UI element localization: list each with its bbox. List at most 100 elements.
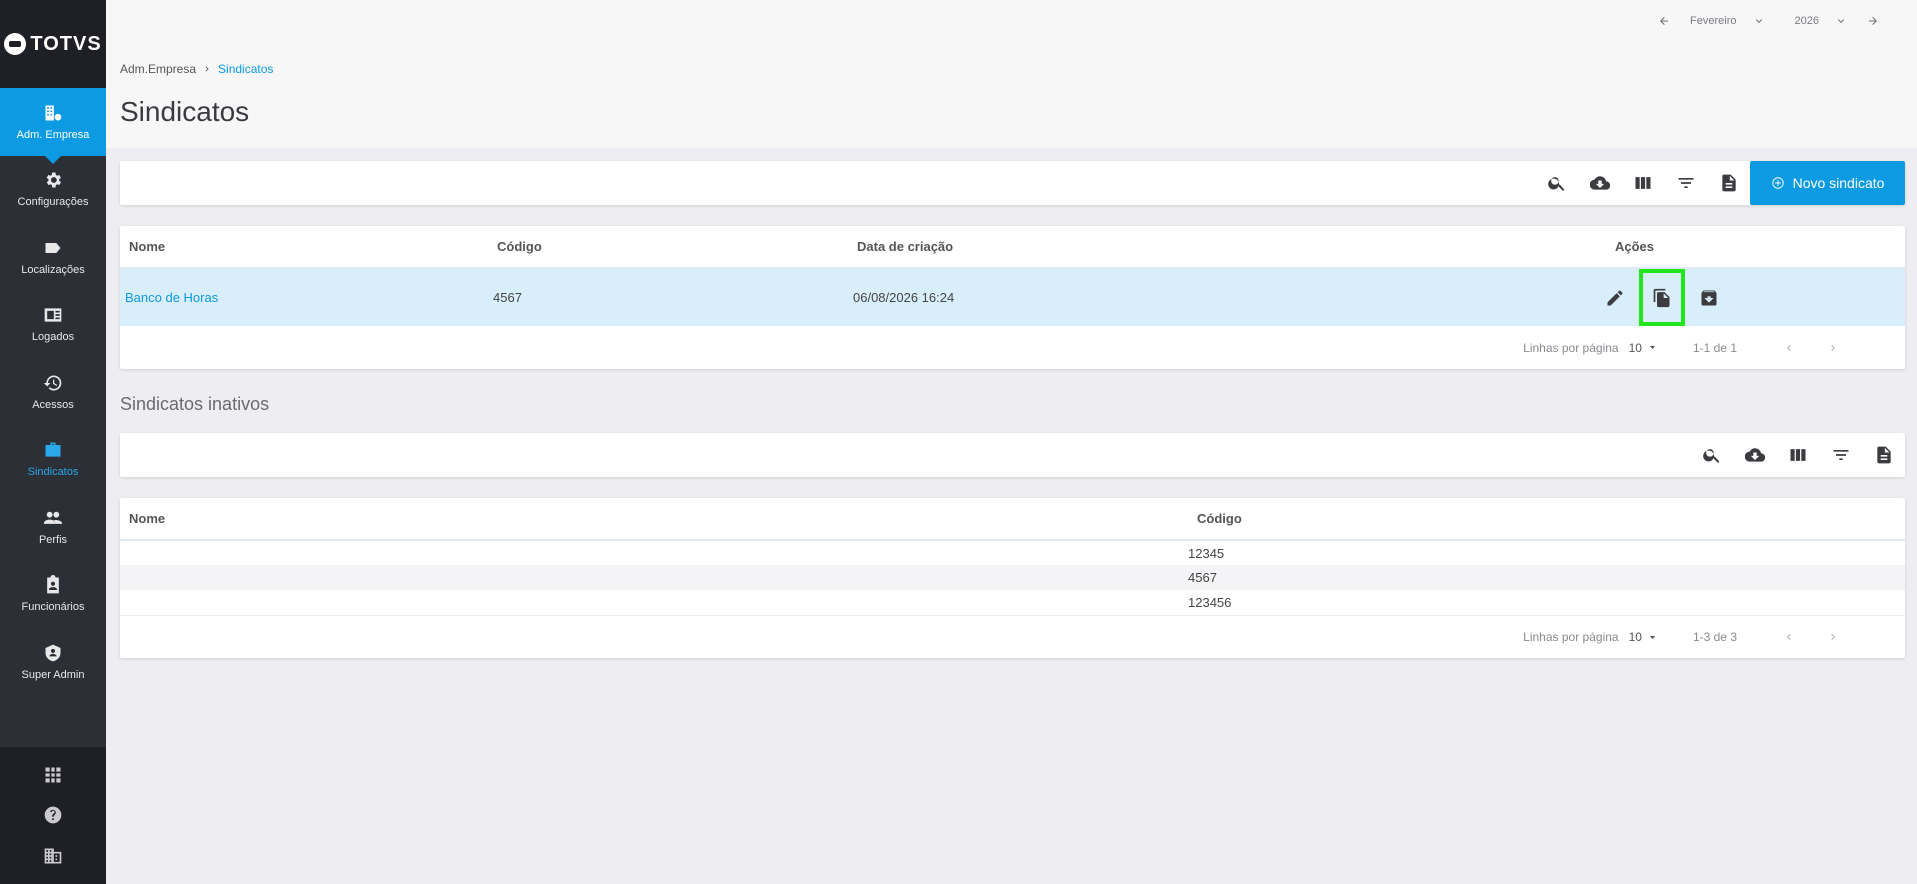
union-created: 06/08/2026 16:24 [848, 268, 1606, 326]
union-name-link[interactable]: Banco de Horas [125, 290, 218, 305]
sidebar-bottom [0, 747, 106, 884]
briefcase-icon [45, 442, 61, 457]
pagination-range: 1-1 de 1 [1692, 340, 1737, 355]
sidebar-item-label: Logados [31, 331, 75, 344]
shield-user-icon [45, 644, 61, 662]
new-union-label: Novo sindicato [1792, 175, 1885, 191]
breadcrumb: Adm.Empresa Sindicatos [120, 62, 273, 76]
chevron-down-icon [1838, 19, 1844, 23]
breadcrumb-parent[interactable]: Adm.Empresa [120, 62, 196, 76]
history-icon [43, 375, 62, 391]
archive-button[interactable] [1689, 278, 1729, 318]
copy-icon [1653, 288, 1670, 307]
previous-page-button[interactable] [1767, 342, 1811, 354]
caret-down-icon [1649, 635, 1656, 639]
sidebar-nav: Adm. Empresa Configurações Localizações … [0, 88, 106, 747]
next-page-button[interactable] [1811, 342, 1855, 354]
month-select[interactable]: Fevereiro [1690, 15, 1764, 27]
filter-icon [1833, 450, 1848, 460]
cloud-download-icon [1744, 448, 1765, 462]
chevron-right-icon [1831, 634, 1835, 640]
edit-button[interactable] [1595, 278, 1635, 318]
column-header-name[interactable]: Nome [120, 498, 1188, 541]
id-badge-icon [44, 308, 62, 322]
copy-button[interactable] [1639, 269, 1685, 326]
table-row[interactable]: 12345 [120, 540, 1905, 565]
main-content: Fevereiro 2026 Adm.Empresa Sindicatos Si… [106, 0, 1917, 884]
filter-button[interactable] [1664, 161, 1707, 205]
page-header: Fevereiro 2026 Adm.Empresa Sindicatos Si… [106, 0, 1917, 148]
inactive-unions-table: Nome Código 12345 4567 123456 Linhas por… [120, 498, 1905, 658]
rows-per-page-value: 10 [1628, 340, 1642, 355]
sidebar-item-logados[interactable]: Logados [0, 291, 106, 359]
union-name [120, 540, 1188, 565]
table-row[interactable]: 4567 [120, 565, 1905, 590]
columns-button[interactable] [1776, 433, 1819, 477]
totvs-logo-icon [4, 33, 27, 55]
rows-per-page-label: Linhas por página [1523, 630, 1619, 644]
new-union-button[interactable]: Novo sindicato [1750, 161, 1905, 205]
filter-button[interactable] [1819, 433, 1862, 477]
table-row[interactable]: 123456 [120, 590, 1905, 615]
rows-per-page-select[interactable]: 10 [1629, 630, 1657, 644]
table-row[interactable]: Banco de Horas 4567 06/08/2026 16:24 [120, 268, 1905, 326]
rows-per-page-label: Linhas por página [1523, 340, 1619, 355]
clipboard-person-icon [47, 575, 59, 594]
sidebar-item-label: Sindicatos [27, 466, 79, 479]
breadcrumb-current[interactable]: Sindicatos [218, 62, 273, 76]
sidebar-item-localizacoes[interactable]: Localizações [0, 223, 106, 291]
search-button[interactable] [1690, 433, 1733, 477]
sidebar-item-sindicatos[interactable]: Sindicatos [0, 426, 106, 494]
sidebar-item-configuracoes[interactable]: Configurações [0, 156, 106, 224]
download-button[interactable] [1578, 161, 1621, 205]
column-header-created[interactable]: Data de criação [848, 226, 1606, 269]
next-page-button[interactable] [1811, 631, 1855, 643]
arrow-left-icon[interactable] [1658, 15, 1670, 27]
brand-logo[interactable]: TOTVS [0, 0, 106, 88]
report-button[interactable] [1862, 433, 1905, 477]
rows-per-page-select[interactable]: 10 [1629, 341, 1657, 355]
sidebar-item-adm-empresa[interactable]: Adm. Empresa [0, 88, 106, 163]
company-settings-icon [45, 105, 62, 121]
add-circle-icon [1771, 177, 1784, 189]
sidebar-item-label: Perfis [38, 533, 68, 546]
search-button[interactable] [1535, 161, 1578, 205]
year-select[interactable]: 2026 [1795, 15, 1847, 27]
filter-icon [1678, 178, 1693, 188]
chevron-right-icon [1831, 344, 1835, 351]
sidebar-item-acessos[interactable]: Acessos [0, 358, 106, 426]
column-header-code[interactable]: Código [1188, 498, 1905, 541]
sidebar-item-perfis[interactable]: Perfis [0, 493, 106, 561]
label-tag-icon [45, 242, 61, 253]
document-icon [1876, 446, 1891, 464]
help-icon[interactable] [43, 805, 63, 825]
search-icon [1702, 449, 1719, 463]
report-button[interactable] [1707, 161, 1750, 205]
gear-icon [46, 172, 61, 188]
union-code: 4567 [1188, 565, 1905, 590]
month-value: Fevereiro [1690, 15, 1737, 27]
inactive-toolbar [120, 433, 1905, 477]
apps-grid-icon[interactable] [43, 765, 63, 785]
sidebar-item-funcionarios[interactable]: Funcionários [0, 561, 106, 629]
caret-down-icon [1649, 346, 1656, 349]
column-header-code[interactable]: Código [488, 226, 848, 269]
document-icon [1721, 174, 1736, 192]
column-header-name[interactable]: Nome [120, 226, 488, 269]
columns-button[interactable] [1621, 161, 1664, 205]
arrow-right-icon[interactable] [1867, 15, 1879, 27]
sidebar-item-label: Adm. Empresa [16, 128, 90, 141]
download-button[interactable] [1733, 433, 1776, 477]
previous-page-button[interactable] [1767, 631, 1811, 643]
sidebar-item-label: Configurações [17, 196, 89, 209]
building-icon[interactable] [43, 846, 63, 866]
inactive-pagination: Linhas por página 10 1-3 de 3 [120, 615, 1905, 658]
rows-per-page-value: 10 [1628, 630, 1642, 644]
pagination-range: 1-3 de 3 [1692, 630, 1737, 644]
active-pagination: Linhas por página 10 1-1 de 1 [120, 326, 1905, 369]
sidebar-item-super-admin[interactable]: Super Admin [0, 628, 106, 696]
people-icon [43, 511, 63, 524]
union-code: 123456 [1188, 595, 1232, 610]
chevron-down-icon [1755, 19, 1762, 23]
column-header-actions: Ações [1606, 226, 1905, 269]
